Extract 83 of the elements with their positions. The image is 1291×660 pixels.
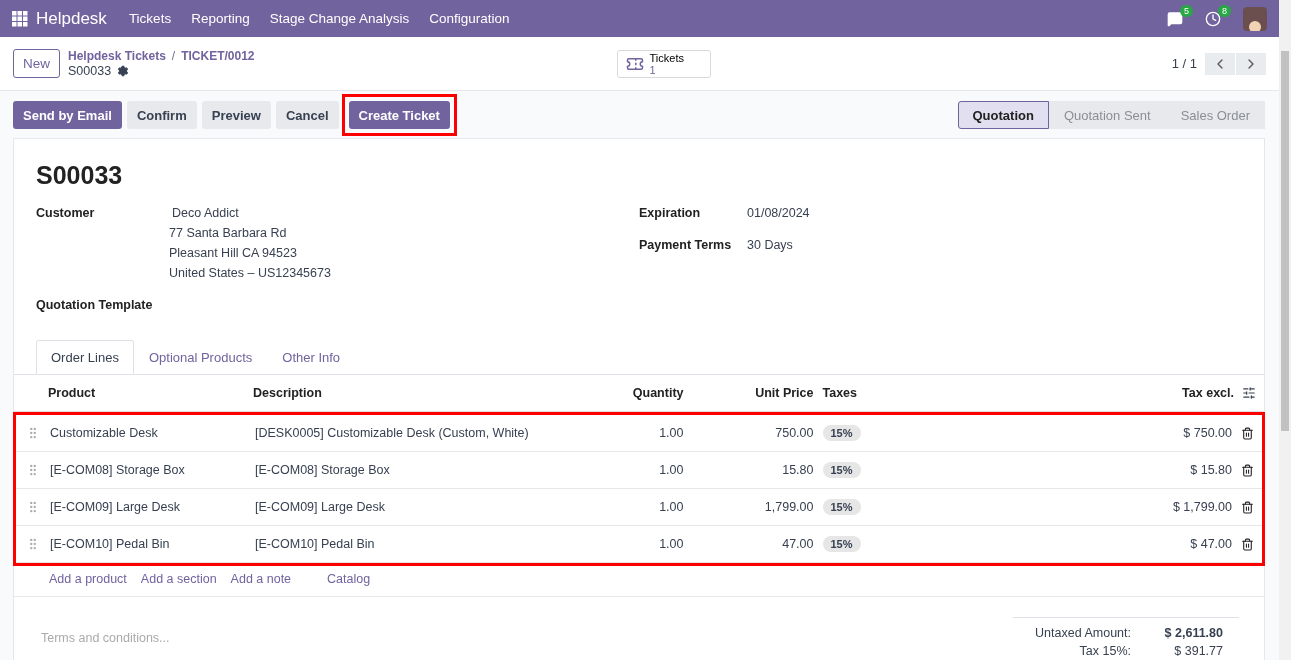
action-button[interactable]: Send by Email [13,101,122,129]
table-cell-text: 1.00 [658,537,684,551]
table-cell-text: [DESK0005] Customizable Desk (Custom, White) [255,426,530,440]
nav-menu-item[interactable]: Stage Change Analysis [261,11,418,26]
action-button[interactable]: Preview [201,101,271,129]
table-cell-text: Customizable Desk [50,426,159,440]
table-cell-text: $ 750.00 [1182,426,1232,440]
table-cell-text: [E-COM09] Large Desk [50,500,181,514]
pager-value: 1 / 1 [1171,56,1197,71]
nav-menu-item[interactable]: Reporting [183,11,258,26]
field-label: Customer [36,206,96,222]
tax-tag: 15% [822,499,861,515]
table-cell-text: [E-COM09] Large Desk [255,500,386,514]
table-cell-text: 1.00 [658,463,684,477]
record-name: S00033 [68,64,112,78]
field-label: Expiration [639,206,702,220]
table-cell-text: 1,799.00 [763,500,814,514]
add-line-link[interactable]: Catalog [327,572,371,586]
field-label: Payment Terms [639,238,733,252]
app-name[interactable]: Helpdesk [32,8,117,29]
messages-count: 5 [1180,4,1193,17]
tab[interactable]: Order Lines [36,340,134,374]
address-line: United States – US12345673 [169,266,332,280]
new-button[interactable]: New [13,49,60,78]
table-cell-text: 1.00 [658,426,684,440]
table-cell-text: [E-COM08] Storage Box [50,463,186,477]
field-value: 30 Days [747,238,794,252]
field-value: 01/08/2024 [747,206,811,220]
address-line: 77 Santa Barbara Rd [169,226,288,240]
column-header[interactable]: Unit Price [683,386,814,400]
column-header[interactable]: Description [253,386,564,400]
delete-icon[interactable] [1240,426,1254,440]
clock-icon[interactable] [1205,10,1221,27]
add-line-link[interactable]: Add a product [49,572,127,586]
table-cell-text: [E-COM08] Storage Box [255,463,391,477]
nav-menu-item[interactable]: Configuration [421,11,518,26]
table-cell-text: [E-COM10] Pedal Bin [255,537,376,551]
total-label: Tax 15%: [1078,644,1132,658]
column-header[interactable]: Product [48,386,253,400]
table-cell-text: 47.00 [781,537,814,551]
add-line-link[interactable]: Add a section [140,572,217,586]
settings-icon[interactable] [117,65,130,77]
scrollbar[interactable] [1279,0,1291,660]
breadcrumb-link[interactable]: Helpdesk Tickets [68,49,166,63]
record-title: S00033 [36,161,124,190]
total-value: $ 2,611.80 [1163,626,1223,640]
action-button[interactable]: Cancel [275,101,339,129]
field-label: Quotation Template [36,298,154,312]
action-button[interactable]: Confirm [126,101,197,129]
chat-icon[interactable] [1167,10,1183,27]
customer-name[interactable]: Deco Addict [169,206,639,220]
address-line: Pleasant Hill CA 94523 [169,246,298,260]
table-cell-text: 750.00 [774,426,814,440]
tax-tag: 15% [822,462,861,478]
smart-button-label: Tickets [649,51,684,64]
tickets-smart-button[interactable]: Tickets 1 [616,49,711,78]
column-header[interactable]: Tax excl. [923,386,1234,400]
action-button[interactable]: Create Ticket [348,101,450,129]
table-cell-text: $ 1,799.00 [1171,500,1232,514]
nav-menu-item[interactable]: Tickets [120,11,180,26]
column-header[interactable]: Taxes [813,386,924,400]
stage-button[interactable]: Quotation [957,101,1049,129]
table-cell-text: $ 15.80 [1189,463,1232,477]
table-cell-text: [E-COM10] Pedal Bin [50,537,171,551]
column-header[interactable]: Quantity [563,386,684,400]
smart-button-value: 1 [649,63,656,76]
table-cell-text: 1.00 [658,500,684,514]
total-value: $ 391.77 [1173,644,1223,658]
tax-tag: 15% [822,425,861,441]
breadcrumb-separator: / [171,49,176,63]
table-cell-text: $ 47.00 [1189,537,1232,551]
apps-menu-icon[interactable] [12,10,28,27]
tax-tag: 15% [822,536,861,552]
delete-icon[interactable] [1240,500,1254,514]
breadcrumb-link[interactable]: TICKET/0012 [181,49,255,63]
table-cell-text: 15.80 [781,463,814,477]
activities-count: 8 [1218,4,1231,17]
delete-icon[interactable] [1240,463,1254,477]
user-avatar[interactable] [1243,6,1267,31]
column-settings-icon[interactable] [1242,386,1256,400]
delete-icon[interactable] [1240,537,1254,551]
total-label: Untaxed Amount: [1034,626,1132,640]
add-line-link[interactable]: Add a note [230,572,292,586]
